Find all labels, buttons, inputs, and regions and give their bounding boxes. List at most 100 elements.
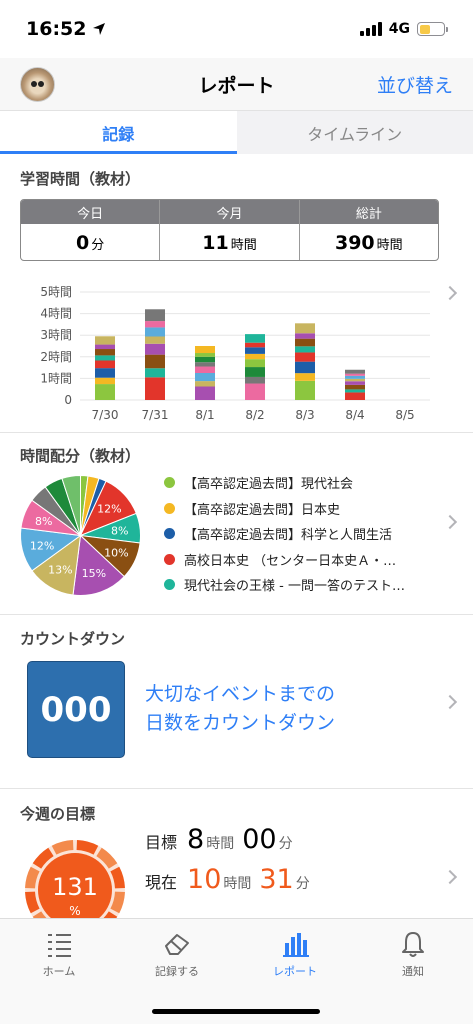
- bar-segment: [345, 384, 365, 390]
- countdown-prompt-link[interactable]: 大切なイベントまでの 日数をカウントダウン: [145, 680, 395, 738]
- bar-segment: [95, 355, 115, 361]
- goal-current-minutes: 31: [259, 864, 294, 895]
- tabbar-label: レポート: [273, 965, 317, 978]
- total-all: 総計 390 時間: [299, 200, 438, 260]
- home-indicator: [152, 1009, 320, 1014]
- x-tick-label: 7/31: [142, 408, 169, 422]
- y-tick-label: 4時間: [40, 307, 72, 321]
- pie-slice-label: 12%: [97, 502, 121, 515]
- total-unit: 時間: [230, 238, 257, 253]
- bar-segment: [145, 336, 165, 344]
- hour-unit: 時間: [206, 836, 235, 852]
- goal-target-hours: 8: [187, 824, 205, 855]
- bar-segment: [195, 381, 215, 387]
- total-header: 総計: [299, 200, 438, 224]
- chevron-right-icon[interactable]: [442, 285, 458, 301]
- x-tick-label: 7/30: [92, 408, 119, 422]
- goal-percent: 131: [52, 873, 98, 901]
- bar-segment: [95, 360, 115, 369]
- total-value: 11: [202, 232, 229, 254]
- x-tick-label: 8/3: [295, 408, 314, 422]
- x-tick-label: 8/4: [345, 408, 364, 422]
- tabbar-label: 記録する: [155, 965, 199, 978]
- total-unit: 時間: [376, 238, 403, 253]
- sort-button[interactable]: 並び替え: [377, 71, 453, 98]
- total-value: 390: [334, 232, 375, 254]
- pie-slice-label: 8%: [111, 525, 128, 538]
- divider: [0, 614, 473, 615]
- bar-segment: [95, 336, 115, 345]
- bar-segment: [295, 338, 315, 347]
- legend-color-dot: [164, 477, 175, 489]
- bar-segment: [295, 380, 315, 400]
- tabbar-report[interactable]: レポート: [255, 929, 335, 979]
- minute-unit: 分: [295, 876, 310, 892]
- tab-timeline[interactable]: タイムライン: [237, 111, 473, 154]
- bar-segment: [145, 327, 165, 337]
- nav-bar: レポート 並び替え: [0, 58, 473, 110]
- y-tick-label: 1時間: [40, 371, 72, 385]
- bar-segment: [245, 334, 265, 343]
- chevron-right-icon[interactable]: [442, 514, 458, 530]
- signal-icon: [359, 22, 382, 36]
- goal-percent-sign: %: [69, 904, 80, 918]
- total-unit: 分: [91, 238, 105, 253]
- clock-text: 16:52: [26, 18, 87, 40]
- total-month: 今月 11 時間: [160, 200, 300, 260]
- goal-current-row: 現在 10 時間 31 分: [145, 864, 318, 895]
- status-bar: 16:52 4G: [0, 0, 473, 58]
- countdown-number-box[interactable]: 000: [27, 661, 125, 758]
- status-time: 16:52: [26, 18, 106, 40]
- network-type: 4G: [388, 21, 410, 37]
- tabbar-home[interactable]: ホーム: [19, 929, 99, 979]
- total-header: 今月: [160, 200, 299, 224]
- y-tick-label: 2時間: [40, 350, 72, 364]
- segment-tabs: 記録 タイムライン: [0, 110, 473, 154]
- bar-segment: [195, 353, 215, 357]
- tabbar-notifications[interactable]: 通知: [373, 929, 453, 979]
- bar-segment: [145, 343, 165, 355]
- bar-chart-icon: [283, 933, 309, 957]
- x-tick-label: 8/1: [195, 408, 214, 422]
- divider: [0, 432, 473, 433]
- tab-records[interactable]: 記録: [0, 111, 237, 154]
- bar-segment: [145, 368, 165, 378]
- legend-label: 【高卒認定過去問】日本史: [184, 502, 341, 518]
- bar-segment: [295, 352, 315, 362]
- pie-legend: 【高卒認定過去問】現代社会【高卒認定過去問】日本史【高卒認定過去問】科学と人間生…: [164, 470, 434, 598]
- tabbar-record[interactable]: 記録する: [137, 929, 217, 979]
- bar-segment: [345, 369, 365, 374]
- x-tick-label: 8/2: [245, 408, 264, 422]
- legend-color-dot: [164, 579, 175, 591]
- countdown-prompt-line2: 日数をカウントダウン: [145, 712, 336, 734]
- chevron-right-icon[interactable]: [442, 694, 458, 710]
- daily-study-bar-chart[interactable]: 0 1時間 2時間 3時間 4時間 5時間 7/30 7/31 8/1 8/2 8/3 8/4 8/5: [20, 280, 440, 430]
- y-tick-label: 5時間: [40, 285, 72, 299]
- time-distribution-pie-chart[interactable]: 12% 8% 10% 15% 13% 12% 8%: [18, 473, 143, 598]
- bar-segment: [295, 323, 315, 334]
- goal-current-hours: 10: [187, 864, 222, 895]
- bar-segment: [95, 344, 115, 350]
- bar-segment: [245, 367, 265, 377]
- pie-slice-label: 10%: [104, 546, 128, 559]
- bar-segment: [195, 366, 215, 373]
- chevron-right-icon[interactable]: [442, 869, 458, 885]
- bar-segment: [245, 376, 265, 384]
- bar-segment: [245, 347, 265, 354]
- y-tick-label: 0: [64, 393, 72, 407]
- bar-segment: [295, 373, 315, 381]
- bar-segment: [345, 381, 365, 385]
- legend-color-dot: [164, 528, 175, 540]
- legend-label: 【高卒認定過去問】科学と人間生活: [184, 528, 393, 544]
- goal-target-row: 目標 8 時間 00 分: [145, 824, 301, 855]
- list-icon: [48, 934, 71, 957]
- legend-label: 高校日本史 （センター日本史Ａ・…: [184, 553, 397, 569]
- pie-slice-label: 12%: [30, 539, 54, 552]
- eraser-icon: [165, 934, 189, 955]
- bar-segment: [195, 346, 215, 354]
- legend-item: 【高卒認定過去問】現代社会: [164, 470, 434, 496]
- avatar[interactable]: [20, 67, 55, 102]
- bar-segment: [245, 353, 265, 360]
- bar-segment: [95, 384, 115, 400]
- legend-item: 高校日本史 （センター日本史Ａ・…: [164, 547, 434, 573]
